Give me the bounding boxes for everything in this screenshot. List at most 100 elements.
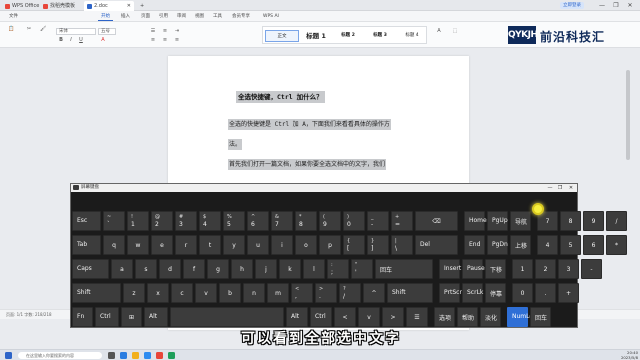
osk-key[interactable]: 下移 xyxy=(485,259,506,279)
osk-title-bar[interactable]: 屏幕键盘 — ❐ ✕ xyxy=(71,184,577,192)
login-button[interactable]: 立即登录 xyxy=(560,2,584,9)
osk-key[interactable]: $4 xyxy=(199,211,221,231)
file-explorer-icon[interactable] xyxy=(132,352,139,359)
osk-key[interactable]: ⊞ xyxy=(121,307,142,327)
osk-key[interactable]: Tab xyxy=(72,235,101,255)
style-heading-1[interactable]: 标题 1 xyxy=(301,30,331,42)
osk-key[interactable]: l xyxy=(303,259,325,279)
menu-home[interactable]: 开始 xyxy=(98,12,113,21)
osk-key[interactable]: " ' xyxy=(351,259,373,279)
osk-key[interactable]: 9 xyxy=(583,211,604,231)
style-heading-3[interactable]: 标题 3 xyxy=(365,30,395,42)
osk-key[interactable]: 回车 xyxy=(375,259,433,279)
osk-key[interactable]: q xyxy=(103,235,125,255)
menu-file[interactable]: 文件 xyxy=(6,12,21,21)
osk-key[interactable]: ) 0 xyxy=(343,211,365,231)
osk-key[interactable]: 3 xyxy=(558,259,579,279)
osk-key[interactable]: 4 xyxy=(537,235,558,255)
bold-icon[interactable]: B xyxy=(58,37,64,43)
osk-key[interactable]: p xyxy=(319,235,341,255)
vertical-scrollbar[interactable] xyxy=(626,70,630,160)
osk-key[interactable]: Insert xyxy=(439,259,461,279)
osk-key[interactable]: 0 xyxy=(512,283,533,303)
osk-key[interactable]: 2 xyxy=(535,259,556,279)
font-color-icon[interactable]: A xyxy=(100,37,106,43)
osk-key[interactable]: Alt xyxy=(286,307,308,327)
osk-key[interactable]: PrtScn xyxy=(439,283,463,303)
style-heading-2[interactable]: 标题 2 xyxy=(333,30,363,42)
osk-key[interactable]: u xyxy=(247,235,269,255)
osk-key[interactable]: j xyxy=(255,259,277,279)
osk-maximize-button[interactable]: ❐ xyxy=(555,184,565,192)
osk-key[interactable]: PgUp xyxy=(487,211,508,231)
osk-key[interactable]: End xyxy=(464,235,485,255)
maximize-button[interactable]: ❐ xyxy=(610,0,622,11)
osk-key[interactable]: 帮助 xyxy=(457,307,478,327)
osk-key[interactable]: Pause xyxy=(462,259,485,279)
osk-key[interactable]: 淡化 xyxy=(480,307,501,327)
document-title[interactable]: 全选快捷键，Ctrl 加什么？ xyxy=(236,91,325,103)
osk-key[interactable]: Del xyxy=(415,235,458,255)
tab-wps-office[interactable]: WPS Office xyxy=(2,1,42,11)
osk-key[interactable]: f xyxy=(183,259,205,279)
osk-key[interactable]: e xyxy=(151,235,173,255)
osk-key[interactable]: }] xyxy=(367,235,389,255)
osk-key[interactable]: . xyxy=(535,283,556,303)
osk-key[interactable]: < xyxy=(334,307,356,327)
task-view-icon[interactable] xyxy=(108,352,115,359)
menu-view[interactable]: 视图 xyxy=(192,12,207,21)
osk-key[interactable]: 上移 xyxy=(510,235,531,255)
osk-key[interactable]: NumLock xyxy=(507,307,540,327)
close-window-button[interactable]: ✕ xyxy=(624,0,636,11)
menu-review[interactable]: 审阅 xyxy=(174,12,189,21)
osk-key[interactable]: * 8 xyxy=(295,211,317,231)
menu-insert[interactable]: 插入 xyxy=(118,12,133,21)
app-icon[interactable] xyxy=(144,352,151,359)
osk-key[interactable]: 选项 xyxy=(434,307,455,327)
document-line[interactable]: 全选的快捷键是 Ctrl 加 A，下面我们来看看具体的操作方 xyxy=(228,119,391,130)
osk-key[interactable]: 1 xyxy=(512,259,533,279)
bullet-list-icon[interactable]: ☰ xyxy=(150,28,156,34)
menu-member[interactable]: 会员专享 xyxy=(229,12,253,21)
osk-key[interactable]: PgDn xyxy=(487,235,508,255)
osk-key[interactable]: Home xyxy=(464,211,487,231)
osk-key[interactable]: Ctrl xyxy=(310,307,332,327)
osk-key[interactable]: <, xyxy=(291,283,313,303)
font-size-select[interactable]: 五号 xyxy=(98,28,116,35)
osk-key[interactable]: > xyxy=(382,307,404,327)
osk-key[interactable]: ^ xyxy=(363,283,385,303)
document-line[interactable]: 法。 xyxy=(228,139,243,150)
osk-key[interactable]: Fn xyxy=(72,307,93,327)
minimize-button[interactable]: — xyxy=(596,0,608,11)
osk-key[interactable]: y xyxy=(223,235,245,255)
new-tab-button[interactable]: + xyxy=(137,1,147,11)
indent-icon[interactable]: ⇥ xyxy=(174,28,180,34)
osk-key[interactable]: 回车 xyxy=(530,307,551,327)
osk-key[interactable]: + = xyxy=(391,211,413,231)
osk-key[interactable]: - xyxy=(581,259,602,279)
osk-key[interactable]: / xyxy=(606,211,627,231)
close-tab-icon[interactable]: ✕ xyxy=(127,1,131,11)
paste-icon[interactable]: 📋 xyxy=(8,26,14,32)
tab-document[interactable]: 2.doc ✕ xyxy=(84,1,134,11)
osk-key[interactable]: 8 xyxy=(560,211,581,231)
osk-key[interactable]: Ctrl xyxy=(95,307,119,327)
osk-key[interactable]: k xyxy=(279,259,301,279)
osk-key[interactable]: Shift xyxy=(387,283,433,303)
document-line[interactable]: 首先我们打开一篇文档，如果你要全选文档中的文字，我们 xyxy=(228,159,387,170)
font-name-select[interactable]: 宋体 xyxy=(56,28,96,35)
osk-key[interactable]: n xyxy=(243,283,265,303)
osk-key[interactable]: o xyxy=(295,235,317,255)
osk-key[interactable]: s xyxy=(135,259,157,279)
osk-key[interactable]: ? / xyxy=(339,283,361,303)
osk-key[interactable]: i xyxy=(271,235,293,255)
osk-key[interactable]: Caps xyxy=(72,259,109,279)
format-painter-icon[interactable]: 🖌 xyxy=(40,26,46,32)
style-heading-4[interactable]: 标题 4 xyxy=(397,30,427,42)
osk-key[interactable]: (9 xyxy=(319,211,341,231)
osk-key[interactable]: v xyxy=(358,307,380,327)
menu-tools[interactable]: 工具 xyxy=(210,12,225,21)
osk-key[interactable]: ScrLk xyxy=(462,283,483,303)
osk-key[interactable]: ^ 6 xyxy=(247,211,269,231)
osk-key[interactable]: 5 xyxy=(560,235,581,255)
